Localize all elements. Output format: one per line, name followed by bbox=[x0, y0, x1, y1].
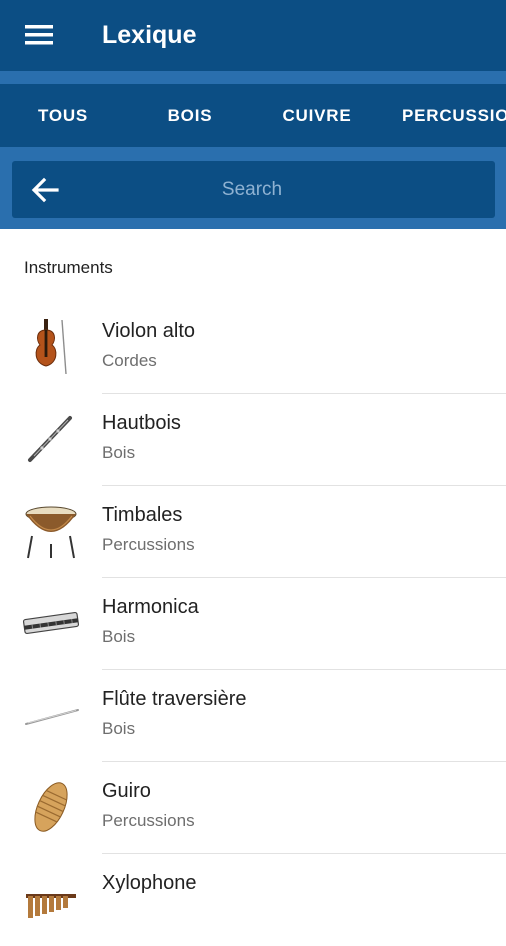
tab-tous[interactable]: TOUS bbox=[18, 84, 108, 147]
search-bar bbox=[0, 147, 506, 229]
viola-icon bbox=[22, 316, 80, 378]
item-category: Bois bbox=[102, 627, 136, 646]
menu-icon[interactable] bbox=[18, 18, 60, 52]
tab-percussions[interactable]: PERCUSSIONS bbox=[402, 84, 506, 147]
page-title: Lexique bbox=[102, 21, 197, 49]
list-item[interactable]: Flûte traversière Bois bbox=[0, 670, 506, 762]
app-bar: Lexique bbox=[0, 0, 506, 71]
item-category: Bois bbox=[102, 719, 136, 738]
item-title: Violon alto bbox=[102, 320, 196, 342]
item-title: Timbales bbox=[102, 504, 183, 526]
item-title: Flûte traversière bbox=[102, 688, 247, 710]
search-input[interactable] bbox=[72, 161, 432, 218]
item-category: Percussions bbox=[102, 811, 195, 830]
item-title: Xylophone bbox=[102, 872, 197, 894]
timpani-icon bbox=[22, 500, 80, 562]
list-item[interactable]: Timbales Percussions bbox=[0, 486, 506, 578]
tab-bois[interactable]: BOIS bbox=[148, 84, 232, 147]
list-item[interactable]: Violon alto Cordes bbox=[0, 302, 506, 394]
harmonica-icon bbox=[22, 592, 80, 654]
section-header: Instruments bbox=[24, 258, 113, 277]
instrument-list: Violon alto Cordes Hautbois Bois Timbale… bbox=[0, 302, 506, 946]
search-box bbox=[12, 161, 495, 218]
list-item[interactable]: Harmonica Bois bbox=[0, 578, 506, 670]
item-title: Harmonica bbox=[102, 596, 199, 618]
back-arrow-icon[interactable] bbox=[28, 173, 62, 207]
app-bar-separator bbox=[0, 71, 506, 84]
list-item[interactable]: Guiro Percussions bbox=[0, 762, 506, 854]
flute-icon bbox=[22, 684, 80, 746]
item-title: Hautbois bbox=[102, 412, 181, 434]
item-title: Guiro bbox=[102, 780, 151, 802]
item-category: Bois bbox=[102, 443, 136, 462]
list-item[interactable]: Xylophone bbox=[0, 854, 506, 946]
xylophone-icon bbox=[22, 868, 80, 930]
oboe-icon bbox=[22, 408, 80, 470]
tab-cuivre[interactable]: CUIVRE bbox=[270, 84, 364, 147]
guiro-icon bbox=[22, 776, 80, 838]
list-item[interactable]: Hautbois Bois bbox=[0, 394, 506, 486]
item-category: Cordes bbox=[102, 351, 157, 370]
item-category: Percussions bbox=[102, 535, 195, 554]
category-tabs: TOUS BOIS CUIVRE PERCUSSIONS bbox=[0, 84, 506, 147]
